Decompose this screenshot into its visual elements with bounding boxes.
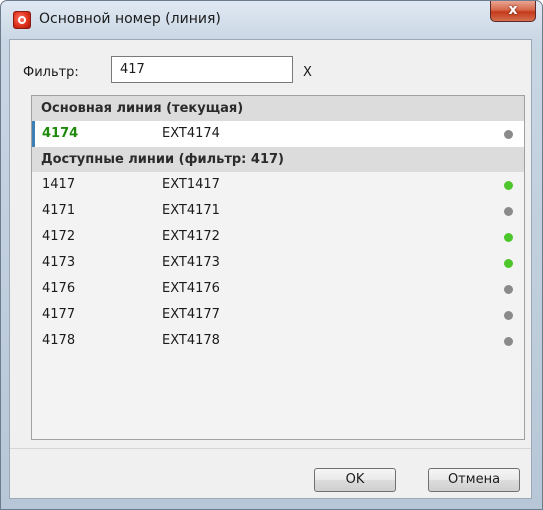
line-number: 4176: [42, 281, 76, 296]
cancel-button[interactable]: Отмена: [428, 468, 520, 492]
status-dot-icon: [504, 207, 513, 216]
line-number: 4171: [42, 203, 76, 218]
line-row[interactable]: 1417 EXT1417: [32, 172, 524, 198]
line-extension: EXT1417: [162, 177, 220, 192]
line-number: 4177: [42, 307, 76, 322]
line-row[interactable]: 4176 EXT4176: [32, 276, 524, 302]
dialog-window: Основной номер (линия) x Фильтр: X Основ…: [0, 0, 543, 510]
close-icon: x: [508, 2, 518, 18]
line-number: 4174: [42, 126, 79, 141]
group-header-available: Доступные линии (фильтр: 417): [32, 147, 524, 172]
lines-list[interactable]: Основная линия (текущая) 4174 EXT4174 Дос…: [31, 95, 525, 440]
line-extension: EXT4178: [162, 333, 220, 348]
status-dot-icon: [504, 259, 513, 268]
line-extension: EXT4174: [162, 126, 220, 141]
status-dot-icon: [504, 311, 513, 320]
group-header-current: Основная линия (текущая): [32, 96, 524, 121]
ok-button[interactable]: OK: [314, 468, 396, 492]
line-extension: EXT4176: [162, 281, 220, 296]
line-extension: EXT4171: [162, 203, 220, 218]
line-extension: EXT4177: [162, 307, 220, 322]
line-row[interactable]: 4171 EXT4171: [32, 198, 524, 224]
current-line-row[interactable]: 4174 EXT4174: [32, 121, 524, 147]
status-dot-icon: [504, 233, 513, 242]
footer-divider: [10, 448, 531, 449]
status-dot-icon: [504, 181, 513, 190]
title-bar[interactable]: Основной номер (линия) x: [1, 1, 542, 39]
line-row[interactable]: 4172 EXT4172: [32, 224, 524, 250]
app-logo-icon: [13, 11, 31, 29]
line-row[interactable]: 4177 EXT4177: [32, 302, 524, 328]
line-row[interactable]: 4173 EXT4173: [32, 250, 524, 276]
status-dot-icon: [504, 130, 513, 139]
line-number: 4172: [42, 229, 76, 244]
line-extension: EXT4172: [162, 229, 220, 244]
window-title: Основной номер (линия): [39, 11, 221, 27]
filter-input[interactable]: [111, 56, 293, 83]
dialog-body: Фильтр: X Основная линия (текущая) 4174 E…: [9, 39, 532, 499]
line-row[interactable]: 4178 EXT4178: [32, 328, 524, 354]
line-number: 4173: [42, 255, 76, 270]
filter-label: Фильтр:: [23, 65, 79, 80]
status-dot-icon: [504, 285, 513, 294]
clear-filter-button[interactable]: X: [303, 65, 312, 80]
close-button[interactable]: x: [490, 1, 536, 22]
line-number: 4178: [42, 333, 76, 348]
line-number: 1417: [42, 177, 76, 192]
line-extension: EXT4173: [162, 255, 220, 270]
status-dot-icon: [504, 337, 513, 346]
